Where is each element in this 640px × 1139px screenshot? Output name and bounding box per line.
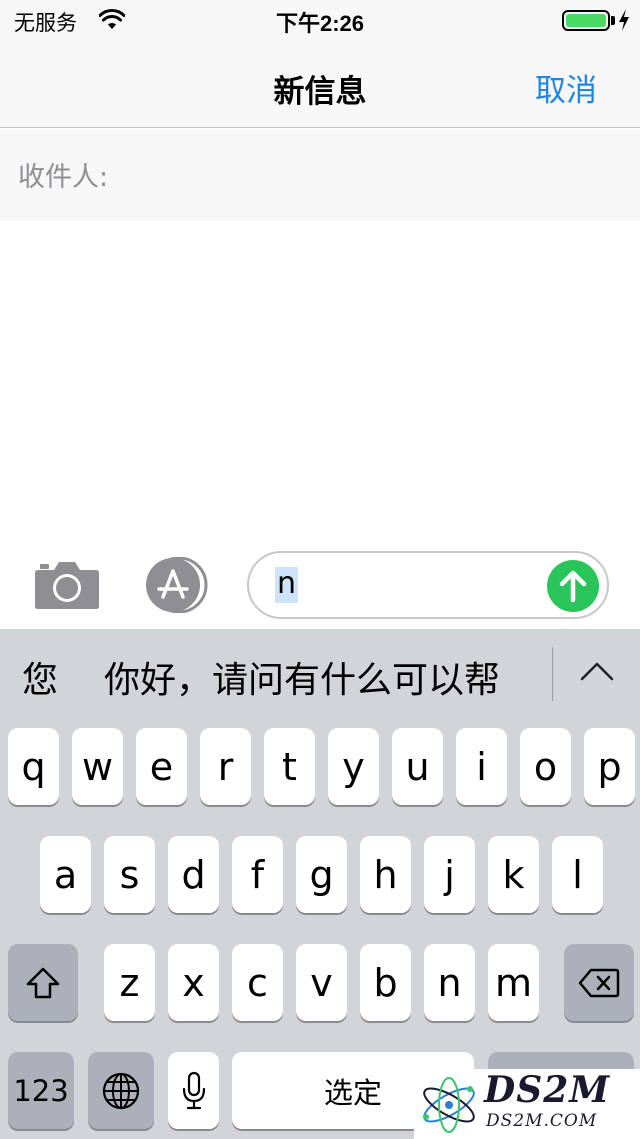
key-e[interactable]: e xyxy=(136,728,187,805)
app-store-icon[interactable] xyxy=(141,557,213,613)
key-c[interactable]: c xyxy=(232,944,283,1021)
send-arrow-icon xyxy=(559,570,587,603)
key-j[interactable]: j xyxy=(424,836,475,913)
clock: 下午2:26 xyxy=(275,11,365,36)
cancel-button[interactable]: 取消 xyxy=(535,65,597,110)
key-g[interactable]: g xyxy=(296,836,347,913)
chevron-up-icon[interactable] xyxy=(579,653,615,689)
key-u[interactable]: u xyxy=(392,728,443,805)
key-v[interactable]: v xyxy=(296,944,347,1021)
candidate-2[interactable]: 你好，请问有什么可以帮 xyxy=(104,651,500,703)
globe-icon xyxy=(102,1072,140,1109)
atom-logo-icon xyxy=(423,1077,475,1133)
key-k[interactable]: k xyxy=(488,836,539,913)
numbers-key[interactable]: 123 xyxy=(8,1052,74,1129)
shift-key[interactable] xyxy=(8,944,78,1021)
send-button[interactable] xyxy=(547,560,599,612)
keyboard: 您 你好，请问有什么可以帮 q w e r t y u i o p a s d … xyxy=(0,629,640,1139)
key-w[interactable]: w xyxy=(72,728,123,805)
key-p[interactable]: p xyxy=(584,728,635,805)
watermark-main: DS2M xyxy=(484,1069,611,1111)
key-m[interactable]: m xyxy=(488,944,539,1021)
recipient-input[interactable] xyxy=(130,147,620,203)
key-d[interactable]: d xyxy=(168,836,219,913)
camera-icon[interactable] xyxy=(34,558,100,610)
key-t[interactable]: t xyxy=(264,728,315,805)
delete-icon xyxy=(578,968,620,997)
key-x[interactable]: x xyxy=(168,944,219,1021)
candidate-bar: 您 你好，请问有什么可以帮 xyxy=(0,629,640,721)
key-s[interactable]: s xyxy=(104,836,155,913)
key-b[interactable]: b xyxy=(360,944,411,1021)
message-area xyxy=(0,221,640,541)
candidate-divider xyxy=(552,647,553,701)
key-y[interactable]: y xyxy=(328,728,379,805)
microphone-key[interactable] xyxy=(168,1052,219,1129)
key-q[interactable]: q xyxy=(8,728,59,805)
globe-key[interactable] xyxy=(88,1052,154,1129)
key-r[interactable]: r xyxy=(200,728,251,805)
key-z[interactable]: z xyxy=(104,944,155,1021)
bolt-icon xyxy=(619,9,629,31)
key-i[interactable]: i xyxy=(456,728,507,805)
watermark-sub: DS2M.COM xyxy=(486,1111,598,1131)
delete-key[interactable] xyxy=(564,944,634,1021)
battery-icon xyxy=(562,10,610,31)
message-text: n xyxy=(275,566,299,603)
key-h[interactable]: h xyxy=(360,836,411,913)
battery-cap xyxy=(611,16,615,25)
key-a[interactable]: a xyxy=(40,836,91,913)
key-n[interactable]: n xyxy=(424,944,475,1021)
navigation-bar: 新信息 取消 xyxy=(0,42,640,128)
key-o[interactable]: o xyxy=(520,728,571,805)
key-l[interactable]: l xyxy=(552,836,603,913)
recipient-label: 收件人: xyxy=(18,162,109,193)
key-f[interactable]: f xyxy=(232,836,283,913)
status-bar: 无服务 下午2:26 xyxy=(0,0,640,42)
watermark: DS2M DS2M.COM xyxy=(414,1069,640,1139)
message-input[interactable]: n xyxy=(247,551,609,619)
candidate-1[interactable]: 您 xyxy=(22,651,58,703)
compose-bar: n xyxy=(0,541,640,629)
recipient-row: 收件人: xyxy=(0,129,640,221)
shift-icon xyxy=(26,967,60,998)
microphone-icon xyxy=(182,1071,205,1109)
